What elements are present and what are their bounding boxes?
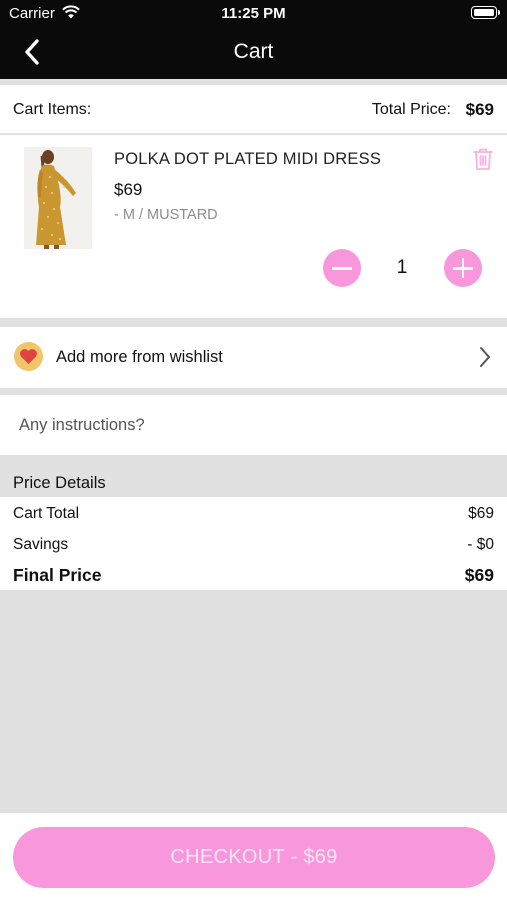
wishlist-label: Add more from wishlist xyxy=(56,348,223,366)
wishlist-badge xyxy=(14,342,43,371)
product-price: $69 xyxy=(114,180,143,199)
savings-value: - $0 xyxy=(467,536,494,553)
chevron-right-icon xyxy=(480,347,490,367)
clock: 11:25 PM xyxy=(221,5,286,22)
heart-icon xyxy=(20,349,37,364)
price-details-title: Price Details xyxy=(13,474,106,492)
cart-total-row: Cart Total $69 xyxy=(0,505,507,529)
cart-item: POLKA DOT PLATED MIDI DRESS $69 - M / MU… xyxy=(0,135,507,318)
checkout-button[interactable]: CHECKOUT - $69 xyxy=(13,827,495,888)
battery-icon xyxy=(471,6,500,19)
cart-total-value: $69 xyxy=(468,505,494,522)
instructions-container xyxy=(0,395,507,455)
final-price-row: Final Price $69 xyxy=(0,565,507,589)
minus-icon xyxy=(332,267,352,270)
product-name[interactable]: POLKA DOT PLATED MIDI DRESS xyxy=(114,150,381,169)
total-price-label: Total Price: xyxy=(371,101,451,118)
cart-items-label: Cart Items: xyxy=(13,101,92,118)
savings-row: Savings - $0 xyxy=(0,536,507,560)
final-price-value: $69 xyxy=(464,565,494,585)
cart-summary: Cart Items: Total Price: $69 xyxy=(0,85,507,134)
instructions-input[interactable] xyxy=(0,395,507,455)
cart-total-label: Cart Total xyxy=(13,505,80,522)
savings-label: Savings xyxy=(13,536,69,553)
status-bar: Carrier 11:25 PM xyxy=(0,0,507,28)
price-details-header: Price Details xyxy=(0,455,507,497)
navigation-bar: Carrier 11:25 PM Cart xyxy=(0,0,507,79)
price-details: Cart Total $69 Savings - $0 Final Price … xyxy=(0,497,507,590)
page-title: Cart xyxy=(233,40,274,63)
product-image[interactable] xyxy=(24,147,92,249)
product-variant: - M / MUSTARD xyxy=(114,207,218,223)
add-from-wishlist-row[interactable]: Add more from wishlist xyxy=(0,327,507,388)
total-price-value: $69 xyxy=(465,100,494,119)
increase-quantity-button[interactable] xyxy=(444,249,482,287)
quantity-value: 1 xyxy=(396,257,408,278)
trash-icon[interactable] xyxy=(472,147,494,171)
decrease-quantity-button[interactable] xyxy=(323,249,361,287)
final-price-label: Final Price xyxy=(13,565,102,585)
